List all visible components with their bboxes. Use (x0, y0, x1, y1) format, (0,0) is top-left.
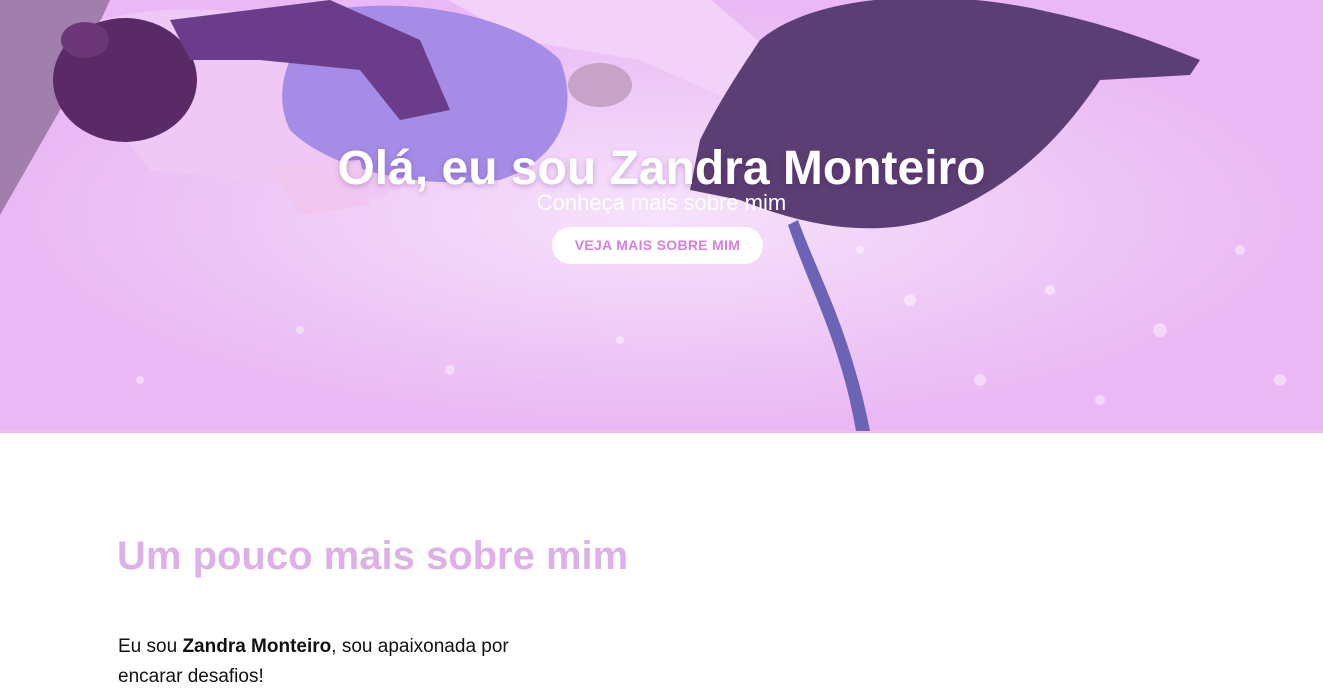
about-text-intro: Eu sou (118, 636, 183, 657)
about-name: Zandra Monteiro (182, 636, 332, 657)
about-section-heading: Um pouco mais sobre mim (117, 534, 629, 578)
see-more-about-me-button[interactable]: VEJA MAIS SOBRE MIM (552, 227, 763, 264)
about-paragraph: Eu sou Zandra Monteiro, sou apaixonada p… (118, 632, 548, 692)
hero-subtitle: Conheça mais sobre mim (536, 190, 787, 215)
hero-section: Olá, eu sou Zandra Monteiro Conheça mais… (0, 0, 1323, 433)
